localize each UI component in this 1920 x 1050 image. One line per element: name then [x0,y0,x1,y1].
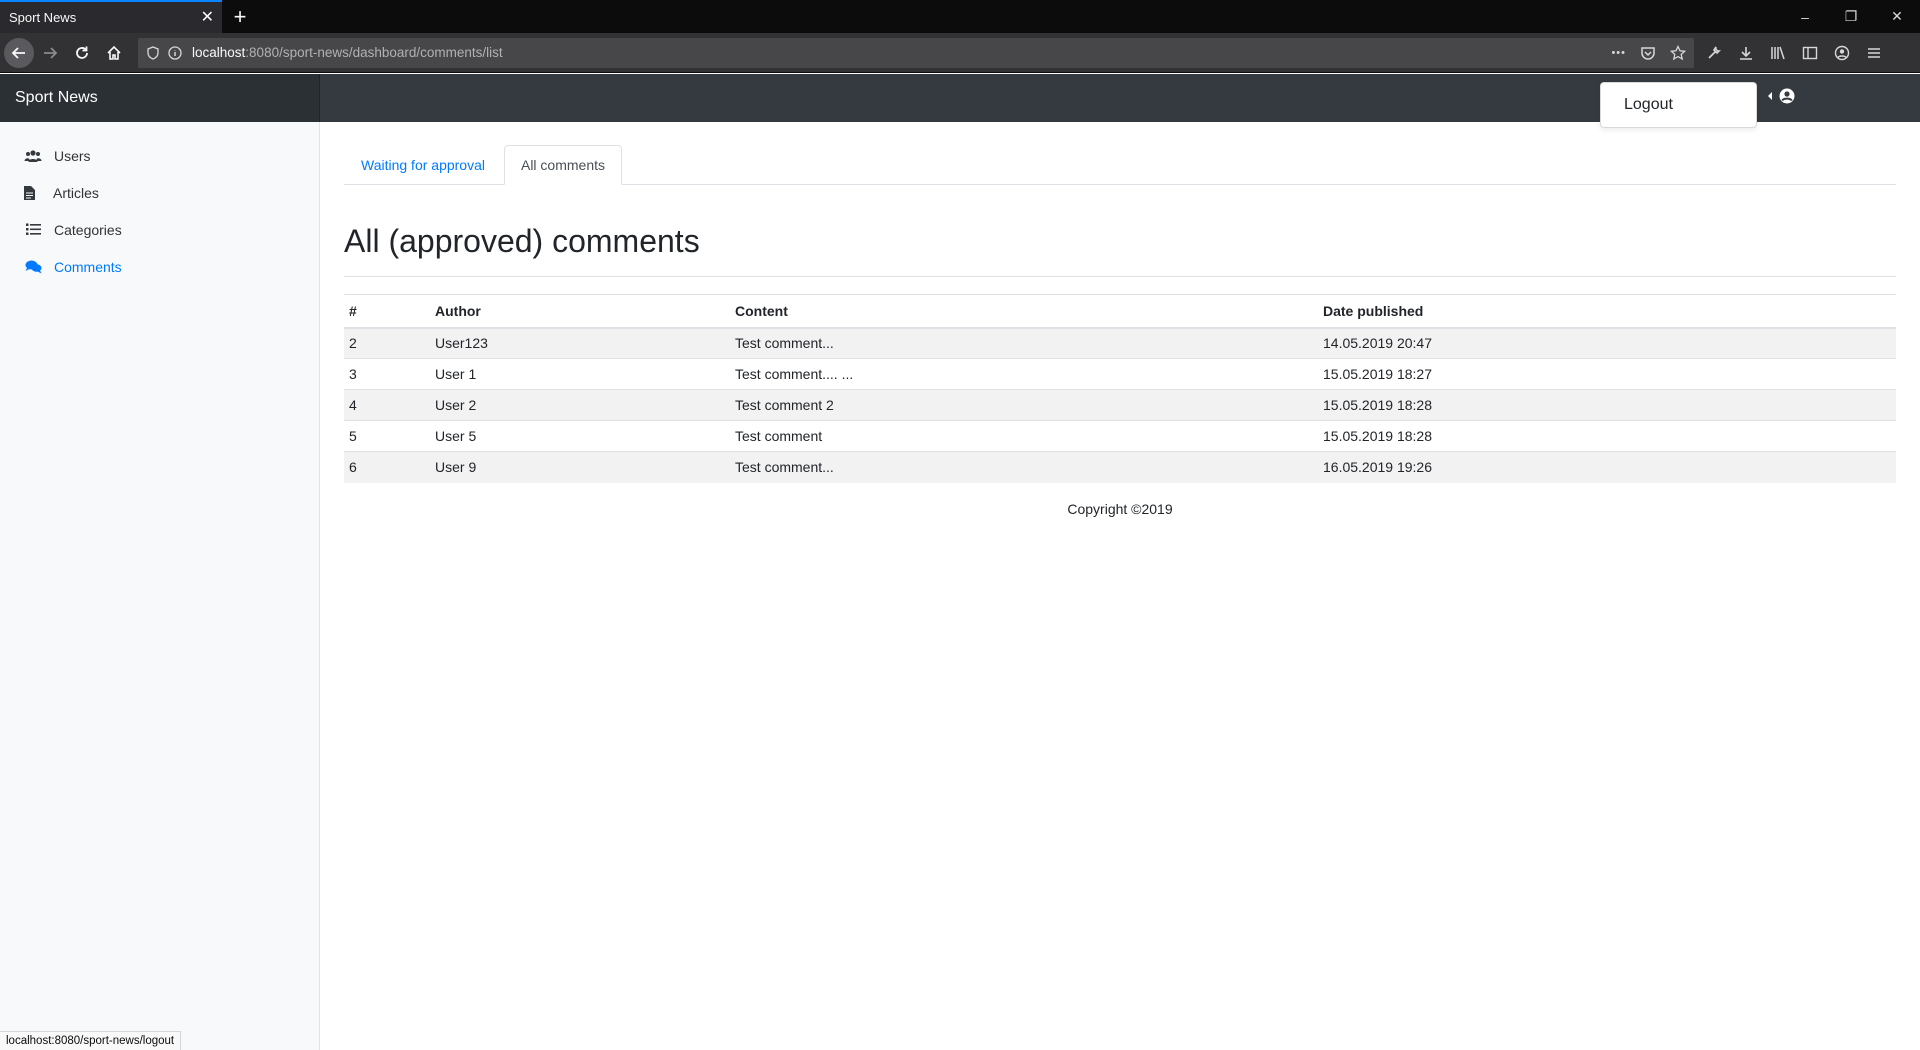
library-icon[interactable] [1764,39,1792,67]
back-button[interactable] [4,37,34,68]
cell-content: Test comment [730,420,1318,452]
home-button[interactable] [98,37,130,69]
cell-content: Test comment 2 [730,389,1318,421]
url-path: :8080/sport-news/dashboard/comments/list [245,45,503,60]
table-row: 4 User 2 Test comment 2 15.05.2019 18:28 [344,389,1896,421]
cell-author: User 2 [430,389,730,421]
cell-id: 4 [344,389,430,421]
cell-date: 14.05.2019 20:47 [1318,327,1896,359]
cell-content: Test comment... [730,451,1318,483]
cell-author: User123 [430,327,730,359]
table-row: 6 User 9 Test comment... 16.05.2019 19:2… [344,451,1896,483]
cell-date: 15.05.2019 18:27 [1318,358,1896,390]
account-icon[interactable] [1828,39,1856,67]
bookmark-star-icon[interactable] [1670,44,1686,61]
table-row: 5 User 5 Test comment 15.05.2019 18:28 [344,420,1896,452]
cell-id: 5 [344,420,430,452]
cell-date: 15.05.2019 18:28 [1318,420,1896,452]
arrow-left-icon [11,46,25,59]
url-actions: ••• [1611,44,1686,61]
download-icon[interactable] [1732,39,1760,67]
user-menu-toggle[interactable] [1767,88,1795,104]
brand[interactable]: Sport News [0,74,320,122]
comments-tabs: Waiting for approval All comments [344,122,1896,185]
user-circle-icon [1779,88,1795,104]
pocket-icon[interactable] [1640,45,1656,61]
sidebar-toggle-icon[interactable] [1796,39,1824,67]
column-header-date: Date published [1318,294,1896,329]
reload-button[interactable] [66,37,98,69]
sidebar-item-label: Users [54,147,91,164]
shield-icon [147,45,159,60]
cell-author: User 9 [430,451,730,483]
cell-id: 2 [344,327,430,359]
comments-table: # Author Content Date published 2 User12… [344,294,1896,483]
url-bar[interactable]: localhost:8080/sport-news/dashboard/comm… [138,37,1694,68]
browser-tools [1700,39,1888,67]
tab-all-comments[interactable]: All comments [503,145,623,185]
tab-waiting-for-approval[interactable]: Waiting for approval [344,145,502,185]
hamburger-menu-icon[interactable] [1860,39,1888,67]
cell-date: 15.05.2019 18:28 [1318,389,1896,421]
new-tab-button[interactable]: + [222,0,258,33]
table-row: 3 User 1 Test comment.... ... 15.05.2019… [344,358,1896,390]
info-icon [168,45,182,60]
footer-copyright: Copyright ©2019 [1067,500,1173,517]
column-header-author: Author [430,294,730,329]
cell-author: User 5 [430,420,730,452]
cell-id: 6 [344,451,430,483]
caret-left-icon [1768,92,1772,100]
cell-date: 16.05.2019 19:26 [1318,451,1896,483]
cell-content: Test comment... [730,327,1318,359]
sidebar: Users Articles Categories Comments [0,122,320,1050]
comments-icon [24,260,42,274]
home-icon [107,45,121,60]
browser-toolbar: localhost:8080/sport-news/dashboard/comm… [0,33,1920,73]
sidebar-item-users[interactable]: Users [0,137,319,174]
sidebar-nav: Users Articles Categories Comments [0,122,319,285]
table-row: 2 User123 Test comment... 14.05.2019 20:… [344,327,1896,359]
restore-button[interactable]: ❐ [1828,0,1874,33]
browser-tabbar: Sport News ✕ + – ❐ ✕ [0,0,1920,33]
url-host: localhost [192,45,246,60]
file-icon [24,185,39,200]
browser-tab-title: Sport News [9,10,77,25]
forward-button[interactable] [34,37,66,69]
page-actions-icon[interactable]: ••• [1611,47,1626,59]
sidebar-item-label: Articles [53,184,99,201]
sidebar-item-articles[interactable]: Articles [0,174,319,211]
column-header-content: Content [730,294,1318,329]
minimize-button[interactable]: – [1782,0,1828,33]
cell-content: Test comment.... ... [730,358,1318,390]
logout-menu-item[interactable]: Logout [1624,96,1673,114]
window-controls: – ❐ ✕ [1782,0,1920,33]
table-header-row: # Author Content Date published [344,294,1896,329]
close-window-button[interactable]: ✕ [1874,0,1920,33]
sidebar-item-comments[interactable]: Comments [0,248,319,285]
wrench-icon[interactable] [1700,39,1728,67]
list-icon [24,223,42,236]
cell-author: User 1 [430,358,730,390]
reload-icon [76,46,88,59]
sidebar-item-label: Categories [54,221,122,238]
status-url: localhost:8080/sport-news/logout [0,1031,182,1050]
sidebar-item-categories[interactable]: Categories [0,211,319,248]
users-icon [24,149,42,163]
sidebar-item-label: Comments [54,258,122,275]
page-title: All (approved) comments [344,219,1896,277]
close-tab-icon[interactable]: ✕ [201,9,214,26]
browser-tab[interactable]: Sport News ✕ [0,0,222,33]
main-content: Waiting for approval All comments All (a… [344,122,1896,517]
cell-id: 3 [344,358,430,390]
column-header-id: # [344,294,430,329]
arrow-right-icon [44,46,58,59]
